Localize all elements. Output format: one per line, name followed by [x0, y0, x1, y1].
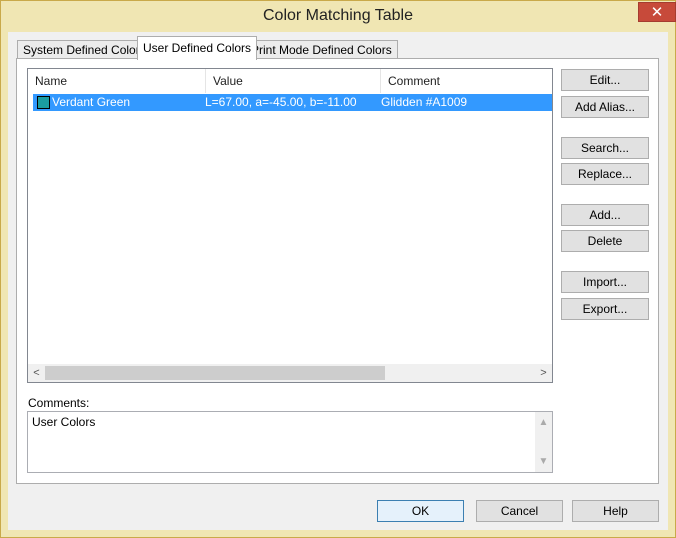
scroll-up-icon[interactable]: ▲ — [535, 414, 552, 431]
comments-textarea[interactable]: User Colors ▲ ▼ — [27, 411, 553, 473]
cancel-button[interactable]: Cancel — [476, 500, 563, 522]
table-row[interactable]: Verdant Green L=67.00, a=-45.00, b=-11.0… — [33, 94, 552, 111]
horizontal-scrollbar[interactable]: < > — [28, 364, 552, 382]
tab-print-mode-defined-colors[interactable]: Print Mode Defined Colors — [245, 40, 398, 60]
ok-button[interactable]: OK — [377, 500, 464, 522]
edit-button[interactable]: Edit... — [561, 69, 649, 91]
close-icon: ✕ — [650, 4, 664, 21]
close-button[interactable]: ✕ — [638, 2, 676, 22]
add-alias-button[interactable]: Add Alias... — [561, 96, 649, 118]
export-button[interactable]: Export... — [561, 298, 649, 320]
tab-user-defined-colors[interactable]: User Defined Colors — [137, 36, 258, 60]
help-button[interactable]: Help — [572, 500, 659, 522]
delete-button[interactable]: Delete — [561, 230, 649, 252]
scroll-down-icon[interactable]: ▼ — [535, 453, 552, 470]
row-comment: Glidden #A1009 — [381, 95, 468, 109]
replace-button[interactable]: Replace... — [561, 163, 649, 185]
row-name: Verdant Green — [52, 95, 131, 109]
column-header-value[interactable]: Value — [206, 69, 381, 93]
add-button[interactable]: Add... — [561, 204, 649, 226]
color-table[interactable]: Name Value Comment Verdant Green L=67.00… — [27, 68, 553, 383]
scroll-thumb[interactable] — [45, 366, 385, 380]
column-header-name[interactable]: Name — [28, 69, 206, 93]
scroll-left-icon[interactable]: < — [28, 364, 45, 382]
comments-text: User Colors — [32, 415, 96, 429]
vertical-scrollbar[interactable]: ▲ ▼ — [535, 412, 552, 472]
color-swatch — [37, 96, 50, 109]
column-header-comment[interactable]: Comment — [381, 69, 551, 93]
scroll-right-icon[interactable]: > — [535, 364, 552, 382]
window-title: Color Matching Table — [262, 7, 413, 24]
row-value: L=67.00, a=-45.00, b=-11.00 — [205, 95, 357, 109]
search-button[interactable]: Search... — [561, 137, 649, 159]
comments-label: Comments: — [28, 396, 90, 410]
import-button[interactable]: Import... — [561, 271, 649, 293]
tab-system-defined-colors[interactable]: System Defined Colors — [17, 40, 152, 60]
title-bar[interactable]: Color Matching Table ✕ — [1, 1, 676, 32]
